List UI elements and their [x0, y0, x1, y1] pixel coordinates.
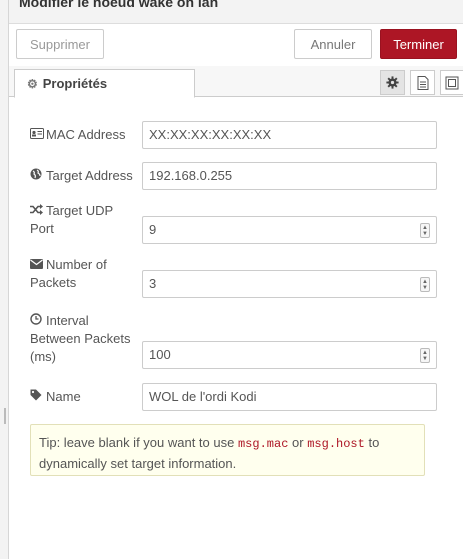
resize-grip[interactable] — [4, 408, 6, 424]
tab-properties[interactable]: ⚙ Propriétés — [14, 69, 195, 98]
name-label: Name — [30, 388, 138, 406]
target-address-input[interactable]: 192.168.0.255 — [142, 162, 437, 190]
target-udp-port-input[interactable]: 9 ▲ ▼ — [142, 216, 437, 244]
tip-code-host: msg.host — [307, 437, 365, 451]
interval-input[interactable]: 100 ▲ ▼ — [142, 341, 437, 369]
gear-icon: ⚙ — [27, 76, 38, 91]
envelope-icon — [30, 256, 44, 274]
globe-icon — [30, 167, 44, 185]
done-button[interactable]: Terminer — [380, 29, 457, 59]
tray-header: Modifier le noeud wake on lan — [9, 0, 463, 24]
tab-description[interactable] — [410, 70, 435, 95]
number-of-packets-input[interactable]: 3 ▲ ▼ — [142, 270, 437, 298]
left-edge-panel — [0, 0, 9, 559]
tab-appearance[interactable] — [440, 70, 463, 95]
document-icon — [417, 75, 428, 90]
spinner-arrows[interactable]: ▲ ▼ — [420, 223, 430, 238]
mac-address-input[interactable]: XX:XX:XX:XX:XX:XX — [142, 121, 437, 149]
cancel-button[interactable]: Annuler — [294, 29, 372, 59]
tag-icon — [30, 388, 44, 406]
tray-title: Modifier le noeud wake on lan — [19, 0, 219, 10]
gear-icon — [386, 76, 399, 89]
id-card-icon — [30, 126, 44, 144]
mac-address-label: MAC Address — [30, 126, 138, 144]
interval-label: Interval Between Packets (ms) — [30, 312, 131, 364]
clock-icon — [30, 312, 44, 330]
tab-node-settings[interactable] — [380, 70, 405, 95]
tip-code-mac: msg.mac — [237, 437, 289, 451]
tip-prefix: Tip: leave blank if you want to use — [39, 435, 235, 450]
spinner-arrows[interactable]: ▲ ▼ — [420, 277, 430, 292]
tabs-bar: ⚙ Propriétés — [9, 66, 463, 98]
delete-button[interactable]: Supprimer — [16, 29, 104, 59]
name-input[interactable]: WOL de l'ordi Kodi — [142, 383, 437, 411]
random-icon — [30, 202, 44, 220]
spinner-arrows[interactable]: ▲ ▼ — [420, 348, 430, 363]
target-udp-port-label: Target UDP Port — [30, 202, 113, 236]
frame-icon — [445, 76, 459, 89]
tip-mid: or — [292, 435, 304, 450]
target-address-label: Target Address — [30, 167, 138, 185]
tip-box: Tip: leave blank if you want to use msg.… — [30, 424, 425, 476]
tab-properties-label: Propriétés — [42, 76, 108, 91]
number-of-packets-label: Number of Packets — [30, 256, 107, 290]
